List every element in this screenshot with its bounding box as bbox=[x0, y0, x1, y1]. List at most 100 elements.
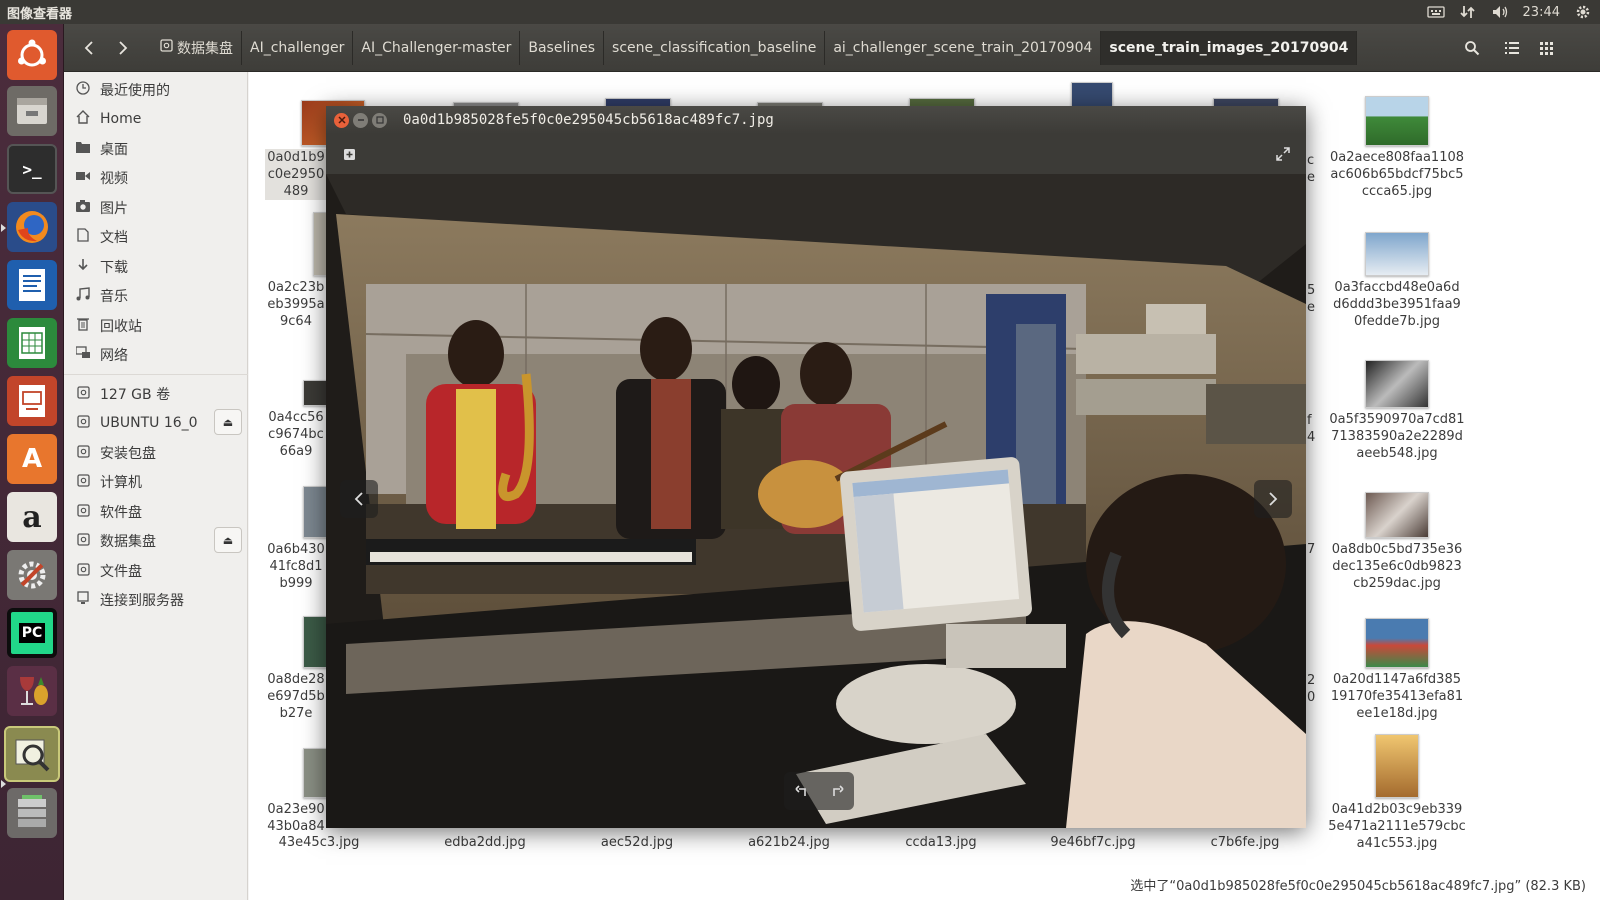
file-item[interactable]: 0a5f3590970a7cd81 71383590a2e2289d aeeb548… bbox=[1327, 360, 1467, 462]
covered-filename-fragments: ce bbox=[1307, 153, 1315, 185]
firefox-icon[interactable] bbox=[7, 202, 57, 252]
file-item[interactable]: 0a8de28 e697d5b b27e bbox=[265, 616, 329, 722]
search-button[interactable] bbox=[1457, 33, 1487, 63]
sidebar-separator bbox=[64, 374, 248, 375]
file-item[interactable]: 0a0d1b9 c0e2950 489 bbox=[265, 100, 365, 200]
system-tray: 23:44 bbox=[1426, 0, 1592, 24]
sidebar-item-pictures[interactable]: 图片 bbox=[74, 196, 244, 220]
sidebar-item-downloads[interactable]: 下载 bbox=[74, 255, 244, 279]
disks-icon[interactable] bbox=[7, 788, 57, 838]
keyboard-icon[interactable] bbox=[1426, 4, 1445, 20]
ubuntu-dash-icon[interactable] bbox=[7, 30, 57, 80]
file-item[interactable]: 0a20d1147a6fd385 19170fe35413efa81 ee1e18d… bbox=[1327, 618, 1467, 722]
writer-icon[interactable] bbox=[7, 260, 57, 310]
chevron-right-icon bbox=[1269, 492, 1278, 506]
back-button[interactable] bbox=[74, 33, 104, 63]
sidebar-device-127gb[interactable]: 127 GB 卷 bbox=[74, 382, 244, 406]
list-view-button[interactable] bbox=[1497, 33, 1527, 63]
sidebar-item-home[interactable]: Home bbox=[74, 107, 244, 131]
sidebar-device-files[interactable]: 文件盘 bbox=[74, 559, 244, 583]
file-item[interactable]: 43e45c3.jpg bbox=[249, 834, 389, 851]
sidebar-item-trash[interactable]: 回收站 bbox=[74, 314, 244, 338]
network-icon bbox=[74, 346, 92, 364]
file-item[interactable]: edba2dd.jpg bbox=[415, 834, 555, 851]
software-center-icon[interactable]: A bbox=[7, 434, 57, 484]
sidebar-connect-server[interactable]: 连接到服务器 bbox=[74, 588, 244, 612]
minimize-button[interactable] bbox=[353, 112, 368, 128]
covered-filename-fragments: 5e bbox=[1307, 283, 1316, 315]
file-item[interactable]: aec52d.jpg bbox=[567, 834, 707, 851]
gallery-button[interactable] bbox=[336, 141, 362, 167]
file-item[interactable]: 0a23e90 43b0a84 bbox=[265, 748, 329, 835]
running-indicator bbox=[1, 224, 6, 232]
breadcrumb-item[interactable]: AI_Challenger-master bbox=[353, 30, 521, 65]
maximize-button[interactable] bbox=[372, 112, 387, 128]
sidebar-item-documents[interactable]: 文档 bbox=[74, 225, 244, 249]
drive-icon bbox=[74, 473, 92, 491]
file-item[interactable]: 0a6b430 41fc8d1 b999 bbox=[265, 486, 329, 592]
wine-icon[interactable] bbox=[7, 666, 57, 716]
sidebar-item-videos[interactable]: 视频 bbox=[74, 166, 244, 190]
impress-icon[interactable] bbox=[7, 376, 57, 426]
sidebar-device-computer[interactable]: 计算机 bbox=[74, 470, 244, 494]
file-item[interactable]: 0a41d2b03c9eb339 5e471a2111e579cbc a41c553… bbox=[1327, 734, 1467, 852]
network-icon[interactable] bbox=[1459, 4, 1477, 20]
settings-gear-icon[interactable] bbox=[1574, 4, 1592, 20]
fullscreen-button[interactable] bbox=[1270, 141, 1296, 167]
viewer-titlebar[interactable]: 0a0d1b985028fe5f0c0e295045cb5618ac489fc7… bbox=[326, 106, 1306, 134]
eject-button[interactable]: ⏏ bbox=[214, 527, 242, 553]
breadcrumb-item[interactable]: ai_challenger_scene_train_20170904 bbox=[825, 30, 1102, 65]
previous-image-button[interactable] bbox=[340, 480, 378, 518]
server-icon bbox=[74, 591, 92, 609]
breadcrumb-item[interactable]: scene_classification_baseline bbox=[604, 30, 826, 65]
forward-button[interactable] bbox=[108, 33, 138, 63]
amazon-icon[interactable]: a bbox=[7, 492, 57, 542]
file-item[interactable]: ccda13.jpg bbox=[871, 834, 1011, 851]
photo-recording-studio bbox=[326, 174, 1306, 828]
close-button[interactable] bbox=[334, 112, 349, 128]
file-item[interactable]: 0a3faccbd48e0a6d d6ddd3be3951faa9 0fedde7b… bbox=[1327, 232, 1467, 330]
breadcrumb-current[interactable]: scene_train_images_20170904 bbox=[1101, 30, 1358, 65]
viewer-image[interactable] bbox=[326, 174, 1306, 828]
next-image-button[interactable] bbox=[1254, 480, 1292, 518]
trash-icon bbox=[74, 317, 92, 335]
breadcrumb-drive[interactable]: 数据集盘 bbox=[152, 30, 242, 65]
sidebar-device-install[interactable]: 安装包盘 bbox=[74, 441, 244, 465]
eject-button[interactable]: ⏏ bbox=[214, 409, 242, 435]
breadcrumb-item[interactable]: AI_challenger bbox=[242, 30, 354, 65]
drive-icon bbox=[160, 39, 173, 56]
file-manager-icon[interactable] bbox=[7, 86, 57, 136]
pycharm-icon[interactable]: PC bbox=[7, 608, 57, 658]
file-item[interactable]: 0a4cc56 c9674bc 66a9 bbox=[265, 380, 329, 460]
file-item[interactable]: 0a8db0c5bd735e36 dec135e6c0db9823 cb259dac… bbox=[1327, 492, 1467, 592]
rotate-right-button[interactable] bbox=[819, 772, 854, 810]
sidebar-item-desktop[interactable]: 桌面 bbox=[74, 137, 244, 161]
drive-icon bbox=[74, 414, 92, 432]
file-item[interactable]: a621b24.jpg bbox=[719, 834, 859, 851]
viewer-headerbar bbox=[326, 134, 1306, 174]
grid-view-button[interactable] bbox=[1531, 33, 1561, 63]
file-item[interactable]: 9e46bf7c.jpg bbox=[1023, 834, 1163, 851]
volume-icon[interactable] bbox=[1491, 4, 1509, 20]
terminal-icon[interactable]: >_ bbox=[7, 144, 57, 194]
sidebar-device-software[interactable]: 软件盘 bbox=[74, 500, 244, 524]
rotate-left-button[interactable] bbox=[784, 772, 819, 810]
video-icon bbox=[74, 170, 92, 186]
file-item[interactable]: 0a2c23b eb3995a 9c64 bbox=[265, 212, 329, 330]
sidebar-device-ubuntu[interactable]: UBUNTU 16_0 ⏏ bbox=[74, 409, 244, 435]
file-item[interactable]: c7b6fe.jpg bbox=[1175, 834, 1315, 851]
sidebar-device-dataset[interactable]: 数据集盘 ⏏ bbox=[74, 527, 244, 553]
covered-filename-fragments: 7 bbox=[1307, 542, 1316, 557]
image-viewer-icon[interactable] bbox=[4, 726, 60, 782]
sidebar-item-recent[interactable]: 最近使用的 bbox=[74, 78, 244, 102]
sidebar-item-network[interactable]: 网络 bbox=[74, 343, 244, 367]
home-icon bbox=[74, 110, 92, 128]
breadcrumb-item[interactable]: Baselines bbox=[520, 30, 605, 65]
system-settings-icon[interactable] bbox=[7, 550, 57, 600]
calc-icon[interactable] bbox=[7, 318, 57, 368]
file-item[interactable]: 0a2aece808faa1108 ac606b65bdcf75bc5 ccca65… bbox=[1327, 96, 1467, 200]
clock[interactable]: 23:44 bbox=[1523, 5, 1560, 20]
file-thumbnail bbox=[1365, 360, 1429, 408]
eject-icon: ⏏ bbox=[222, 415, 234, 429]
sidebar-item-music[interactable]: 音乐 bbox=[74, 284, 244, 308]
